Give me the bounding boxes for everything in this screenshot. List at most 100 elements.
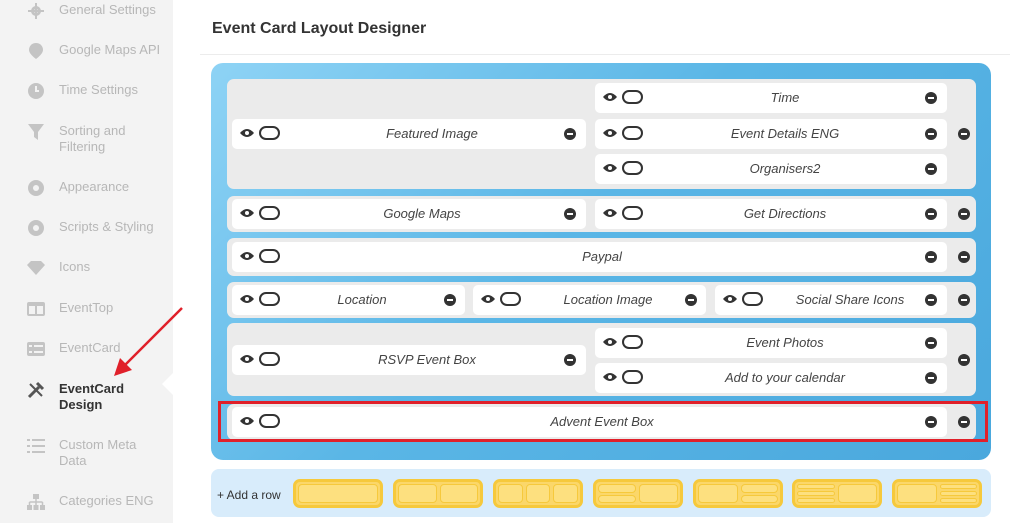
eye-icon[interactable] [603,337,617,347]
eye-icon[interactable] [240,294,254,304]
settings-sidebar: General Settings Google Maps API Time Se… [0,0,174,523]
eye-icon[interactable] [603,163,617,173]
layout-box-rsvp[interactable]: RSVP Event Box [232,345,586,375]
layout-stack [797,484,835,503]
layout-row[interactable]: Paypal [227,238,976,276]
layout-box-add-calendar[interactable]: Add to your calendar [595,363,947,393]
eye-icon[interactable] [240,251,254,261]
layout-option-1-col[interactable] [293,479,383,508]
eye-icon[interactable] [481,294,495,304]
layout-box-time[interactable]: Time [595,83,947,113]
eye-icon[interactable] [603,208,617,218]
layout-box-organisers[interactable]: Organisers2 [595,154,947,184]
layout-box-location-image[interactable]: Location Image [473,285,706,315]
layout-box-featured-image[interactable]: Featured Image [232,119,586,149]
sidebar-item-general-settings[interactable]: General Settings [25,2,165,20]
remove-box-icon[interactable] [925,294,937,306]
remove-box-icon[interactable] [925,372,937,384]
sidebar-item-categories-eng[interactable]: Categories ENG [25,493,165,511]
visibility-toggle[interactable] [259,206,280,220]
remove-box-icon[interactable] [685,294,697,306]
visibility-toggle[interactable] [622,161,643,175]
visibility-toggle[interactable] [259,292,280,306]
tools-icon [25,381,47,399]
layout-box-google-maps[interactable]: Google Maps [232,199,586,229]
remove-row-icon[interactable] [958,208,970,220]
remove-row-icon[interactable] [958,294,970,306]
eye-icon [25,219,47,237]
box-label: Time [770,90,800,105]
layout-segment [398,484,437,503]
layout-box-get-directions[interactable]: Get Directions [595,199,947,229]
visibility-toggle[interactable] [622,335,643,349]
visibility-toggle[interactable] [500,292,521,306]
eye-icon[interactable] [603,92,617,102]
layout-row[interactable]: Google Maps Get Directions [227,196,976,232]
sidebar-item-scripts-styling[interactable]: Scripts & Styling [25,219,165,237]
layout-box-paypal[interactable]: Paypal [232,242,947,272]
layout-segment [740,484,778,493]
remove-box-icon[interactable] [925,251,937,263]
layout-box-location[interactable]: Location [232,285,465,315]
eye-icon[interactable] [603,128,617,138]
layout-box-social-share[interactable]: Social Share Icons [715,285,947,315]
layout-segment [525,484,551,503]
layout-box-event-photos[interactable]: Event Photos [595,328,947,358]
sidebar-item-icons[interactable]: Icons [25,259,165,277]
eye-icon[interactable] [240,354,254,364]
visibility-toggle[interactable] [742,292,763,306]
remove-box-icon[interactable] [444,294,456,306]
visibility-toggle[interactable] [622,126,643,140]
box-label: Get Directions [743,206,827,221]
layout-row[interactable]: Featured Image Time Event Details ENG Or… [227,79,976,189]
sidebar-item-google-maps-api[interactable]: Google Maps API [25,42,165,60]
layout-row[interactable]: Location Location Image Social Share Ico… [227,282,976,318]
layout-option-1-3stacked[interactable] [892,479,982,508]
remove-box-icon[interactable] [925,163,937,175]
remove-row-icon[interactable] [958,128,970,140]
sidebar-item-time-settings[interactable]: Time Settings [25,82,165,100]
page-title: Event Card Layout Designer [212,20,427,37]
layout-option-2-col[interactable] [393,479,483,508]
layout-option-1-2stacked[interactable] [693,479,783,508]
visibility-toggle[interactable] [622,370,643,384]
gear-icon [25,2,47,20]
visibility-toggle[interactable] [622,90,643,104]
eye-icon[interactable] [603,372,617,382]
eye-icon[interactable] [240,128,254,138]
remove-box-icon[interactable] [564,208,576,220]
box-label: Social Share Icons [795,292,905,307]
sidebar-item-eventcard-design[interactable]: EventCard Design [25,381,165,413]
layout-option-3stacked-1[interactable] [792,479,882,508]
eye-icon[interactable] [723,294,737,304]
remove-box-icon[interactable] [925,128,937,140]
visibility-toggle[interactable] [259,352,280,366]
visibility-toggle[interactable] [259,126,280,140]
remove-row-icon[interactable] [958,354,970,366]
layout-segment [638,484,678,503]
remove-box-icon[interactable] [925,337,937,349]
box-label: Event Details ENG [730,126,840,141]
remove-box-icon[interactable] [925,208,937,220]
visibility-toggle[interactable] [622,206,643,220]
remove-row-icon[interactable] [958,251,970,263]
layout-option-3-col[interactable] [493,479,583,508]
sidebar-item-label: General Settings [59,2,156,17]
sidebar-item-custom-meta-data[interactable]: Custom Meta Data [25,437,165,469]
eye-icon[interactable] [240,208,254,218]
box-label: Organisers2 [749,161,821,176]
sidebar-item-sorting-filtering[interactable]: Sorting and Filtering [25,123,165,155]
annotation-arrow [114,307,183,376]
remove-box-icon[interactable] [925,92,937,104]
sidebar-item-label: Google Maps API [59,42,161,57]
sidebar-item-appearance[interactable]: Appearance [25,179,165,197]
layout-option-2stacked-1[interactable] [593,479,683,508]
diamond-icon [25,259,47,277]
sidebar-item-label: Time Settings [59,82,138,97]
add-row-label[interactable]: + Add a row [217,488,281,502]
remove-box-icon[interactable] [564,354,576,366]
visibility-toggle[interactable] [259,249,280,263]
remove-box-icon[interactable] [564,128,576,140]
layout-box-event-details[interactable]: Event Details ENG [595,119,947,149]
layout-row[interactable]: RSVP Event Box Event Photos Add to your … [227,323,976,396]
